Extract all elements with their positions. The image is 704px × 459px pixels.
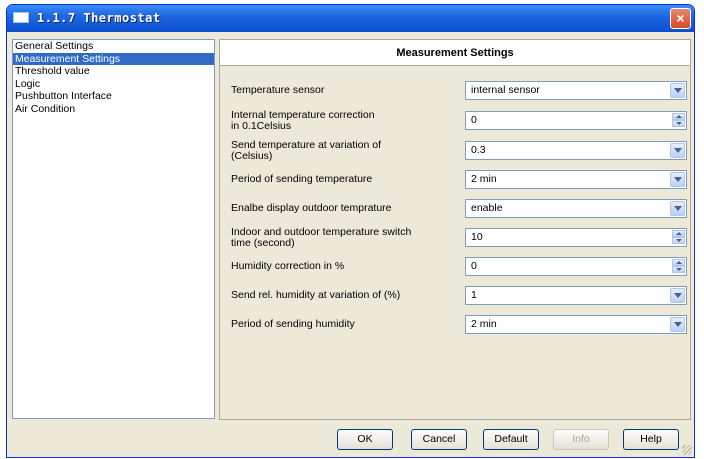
sidebar-item-logic[interactable]: Logic (13, 78, 214, 91)
dropdown-value: 1 (471, 289, 477, 301)
cancel-button[interactable]: Cancel (411, 429, 467, 450)
humidity-period-dropdown[interactable]: 2 min (465, 315, 687, 334)
chevron-down-icon[interactable] (670, 172, 685, 187)
spinner-arrows-icon[interactable] (672, 230, 685, 245)
spinner-value: 0 (471, 114, 477, 126)
spinner-arrows-icon[interactable] (672, 259, 685, 274)
resize-grip-icon[interactable] (682, 445, 692, 455)
setting-label: Period of sending temperature (231, 173, 373, 185)
temperature-variation-dropdown[interactable]: 0.3 (465, 141, 687, 160)
spinner-arrows-icon[interactable] (672, 113, 685, 128)
dropdown-value: 2 min (471, 173, 497, 185)
settings-tree: General Settings Measurement Settings Th… (12, 39, 215, 419)
sidebar-item-threshold-value[interactable]: Threshold value (13, 65, 214, 78)
chevron-down-icon[interactable] (670, 201, 685, 216)
chevron-down-icon[interactable] (670, 288, 685, 303)
humidity-variation-dropdown[interactable]: 1 (465, 286, 687, 305)
sidebar-item-measurement-settings[interactable]: Measurement Settings (13, 52, 214, 65)
window-icon (13, 12, 29, 23)
setting-label: Send rel. humidity at variation of (%) (231, 289, 401, 301)
spinner-value: 0 (471, 260, 477, 272)
ok-button[interactable]: OK (337, 429, 393, 450)
sidebar-item-air-condition[interactable]: Air Condition (13, 103, 214, 116)
spinner-value: 10 (471, 231, 483, 243)
humidity-correction-spinner[interactable]: 0 (465, 257, 687, 276)
switch-time-spinner[interactable]: 10 (465, 228, 687, 247)
dropdown-value: enable (471, 202, 503, 214)
dropdown-value: 2 min (471, 318, 497, 330)
setting-label: Indoor and outdoor temperature switch ti… (231, 226, 412, 249)
sidebar-item-general-settings[interactable]: General Settings (13, 40, 214, 53)
setting-label: Temperature sensor (231, 84, 325, 96)
sidebar-item-pushbutton-interface[interactable]: Pushbutton Interface (13, 90, 214, 103)
window-title: 1.1.7 Thermostat (37, 11, 161, 25)
info-button[interactable]: Info (553, 429, 609, 450)
setting-label: Internal temperature correction in 0.1Ce… (231, 109, 375, 132)
dropdown-value: internal sensor (471, 84, 540, 96)
dropdown-value: 0.3 (471, 144, 486, 156)
temperature-period-dropdown[interactable]: 2 min (465, 170, 687, 189)
close-button[interactable]: × (670, 8, 691, 29)
setting-label: Enalbe display outdoor temprature (231, 202, 392, 214)
chevron-down-icon[interactable] (670, 83, 685, 98)
panel-title: Measurement Settings (220, 40, 690, 66)
thermostat-window: 1.1.7 Thermostat × General Settings Meas… (6, 4, 695, 458)
chevron-down-icon[interactable] (670, 317, 685, 332)
default-button[interactable]: Default (483, 429, 539, 450)
setting-label: Send temperature at variation of (Celsiu… (231, 139, 382, 162)
title-bar: 1.1.7 Thermostat × (7, 5, 694, 32)
settings-panel: Measurement Settings Temperature sensor … (219, 39, 691, 420)
setting-label: Humidity correction in % (231, 260, 345, 272)
chevron-down-icon[interactable] (670, 143, 685, 158)
help-button[interactable]: Help (623, 429, 679, 450)
temperature-correction-spinner[interactable]: 0 (465, 111, 687, 130)
temperature-sensor-dropdown[interactable]: internal sensor (465, 81, 687, 100)
outdoor-display-dropdown[interactable]: enable (465, 199, 687, 218)
setting-label: Period of sending humidity (231, 318, 355, 330)
